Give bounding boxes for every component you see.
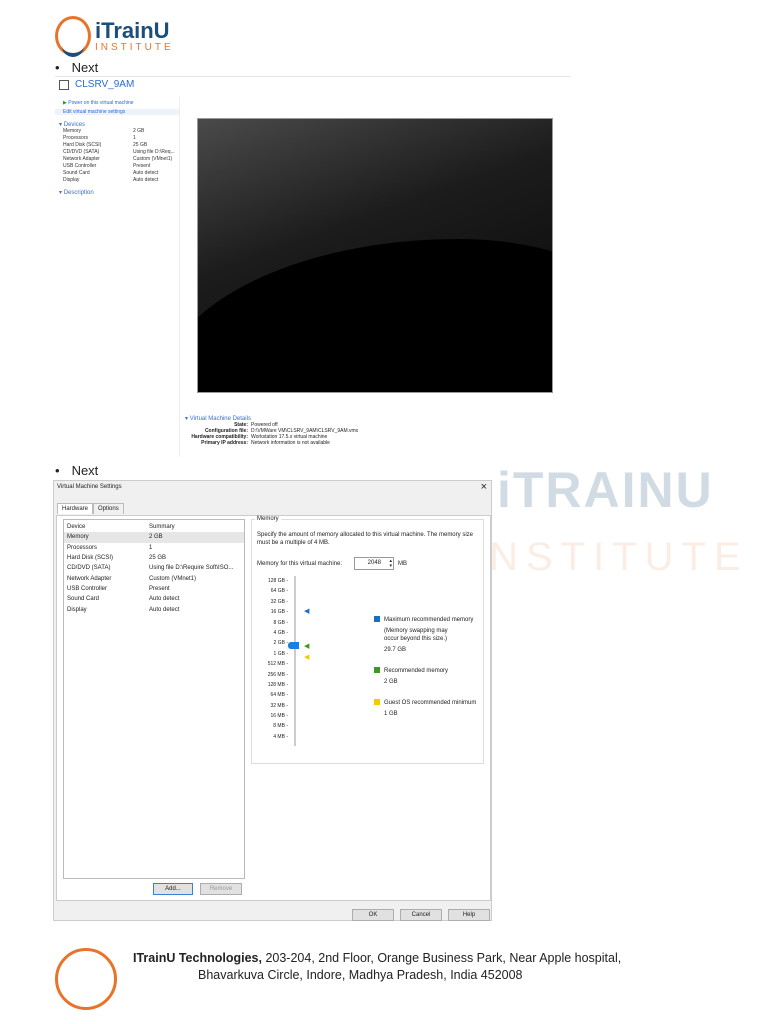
memory-input[interactable]: 2048 ▴ ▾	[354, 557, 394, 570]
min-marker-icon: ◀	[304, 654, 310, 661]
memory-slider-thumb[interactable]	[288, 642, 299, 649]
scale-tick-label: 8 GB -	[273, 619, 288, 626]
rec-swatch	[374, 667, 380, 674]
max-swatch	[374, 616, 380, 623]
bullet-item: • Next	[55, 60, 99, 75]
remove-button[interactable]: Remove	[200, 883, 242, 895]
device-row[interactable]: Hard Disk (SCSI) 25 GB	[55, 142, 179, 149]
footer-address: ITrainU Technologies, 203-204, 2nd Floor…	[133, 951, 622, 982]
watermark-sub: INSTITUTE	[470, 535, 749, 579]
scale-tick-label: 128 GB -	[267, 578, 288, 584]
device-row[interactable]: Hard Disk (SCSI) 25 GB	[64, 553, 244, 563]
min-swatch	[374, 699, 380, 706]
device-row[interactable]: Network Adapter Custom (VMnet1)	[64, 573, 244, 583]
memory-unit: MB	[398, 561, 407, 567]
device-row[interactable]: Display Auto detect	[55, 176, 179, 183]
edit-settings-link[interactable]: Edit virtual machine settings	[55, 109, 179, 115]
tab-hardware[interactable]: Hardware	[57, 503, 94, 514]
scale-tick-label: 8 MB -	[273, 723, 288, 730]
memory-legend: Maximum recommended memory (Memory swapp…	[374, 616, 476, 718]
scale-tick-label: 256 MB -	[267, 671, 288, 678]
scale-tick-label: 64 MB -	[270, 692, 288, 699]
logo: iTrainU INSTITUTE	[55, 16, 174, 57]
column-device: Device	[67, 524, 86, 531]
help-button[interactable]: Help	[448, 909, 490, 921]
column-summary: Summary	[149, 524, 175, 531]
ok-button[interactable]: OK	[352, 909, 394, 921]
device-row[interactable]: CD/DVD (SATA) Using file D:\Req...	[55, 149, 179, 156]
devices-header[interactable]: ▾ Devices	[55, 121, 179, 128]
rec-marker-icon: ◀	[304, 643, 310, 650]
device-row[interactable]: Sound Card Auto detect	[64, 594, 244, 604]
vm-summary-screenshot: CLSRV_9AM ▶ Power on this virtual machin…	[55, 76, 570, 457]
footer-logo-icon	[55, 948, 117, 1010]
cancel-button[interactable]: Cancel	[400, 909, 442, 921]
detail-row: Primary IP address: Network information i…	[201, 440, 330, 446]
power-on-link[interactable]: ▶ Power on this virtual machine	[55, 97, 179, 109]
device-row[interactable]: Display Auto detect	[64, 604, 244, 614]
logo-name: iTrainU	[95, 17, 170, 43]
vm-title: CLSRV_9AM	[59, 79, 134, 90]
vm-screen-preview[interactable]	[197, 118, 553, 393]
vm-details: ▾ Virtual Machine Details State: Powered …	[185, 415, 485, 446]
device-row[interactable]: CD/DVD (SATA) Using file D:\Require Soft\…	[64, 563, 244, 573]
vm-settings-dialog: Virtual Machine Settings × Hardware Optio…	[53, 480, 492, 921]
memory-scale: 128 GB - 64 GB - 32 GB - 16 GB - 8 GB - 4 GB …	[258, 578, 288, 744]
tab-options[interactable]: Options	[93, 503, 124, 514]
logo-brain-icon	[55, 16, 91, 57]
scale-tick-label: 2 GB -	[273, 640, 288, 647]
device-row[interactable]: Processors 1	[55, 135, 179, 142]
device-row[interactable]: Sound Card Auto detect	[55, 169, 179, 176]
scale-tick-label: 32 MB -	[270, 702, 288, 709]
memory-description: Specify the amount of memory allocated t…	[257, 532, 473, 546]
device-row[interactable]: USB Controller Present	[55, 162, 179, 169]
scale-tick-label: 128 MB -	[267, 681, 288, 688]
vm-sidebar: ▶ Power on this virtual machine Edit vir…	[55, 97, 180, 457]
device-row[interactable]: Network Adapter Custom (VMnet1)	[55, 156, 179, 163]
memory-group: Memory Specify the amount of memory allo…	[251, 516, 484, 764]
details-header: ▾ Virtual Machine Details	[185, 416, 251, 422]
scale-tick-label: 64 GB -	[270, 588, 288, 595]
close-button[interactable]: ×	[481, 481, 487, 493]
memory-slider-track[interactable]	[294, 576, 296, 746]
memory-group-label: Memory	[255, 516, 281, 522]
scale-tick-label: 16 MB -	[270, 713, 288, 720]
scale-tick-label: 32 GB -	[270, 598, 288, 605]
device-row[interactable]: USB Controller Present	[64, 584, 244, 594]
max-marker-icon: ◀	[304, 608, 310, 615]
add-button[interactable]: Add...	[153, 883, 193, 895]
bullet-item: • Next	[55, 463, 99, 478]
logo-sub: INSTITUTE	[95, 41, 174, 53]
vm-icon	[59, 79, 69, 90]
scale-tick-label: 4 GB -	[273, 629, 288, 636]
device-row[interactable]: Memory 2 GB	[64, 532, 244, 543]
device-row[interactable]: Memory 2 GB	[55, 128, 179, 135]
memory-label: Memory for this virtual machine:	[257, 561, 343, 567]
scale-tick-label: 4 MB -	[273, 733, 288, 740]
play-icon: ▶	[63, 100, 67, 106]
device-row[interactable]: Processors 1	[64, 543, 244, 553]
description-header[interactable]: ▾ Description	[55, 189, 179, 196]
scale-tick-label: 16 GB -	[270, 609, 288, 616]
dialog-title: Virtual Machine Settings	[57, 484, 122, 490]
spinner-icon: ▴ ▾	[389, 558, 392, 569]
device-list: Device Summary Memory 2 GB Processors 1 Hard …	[63, 519, 245, 879]
watermark: iTRAINU	[497, 462, 714, 518]
scale-tick-label: 1 GB -	[273, 650, 288, 657]
scale-tick-label: 512 MB -	[267, 661, 288, 668]
